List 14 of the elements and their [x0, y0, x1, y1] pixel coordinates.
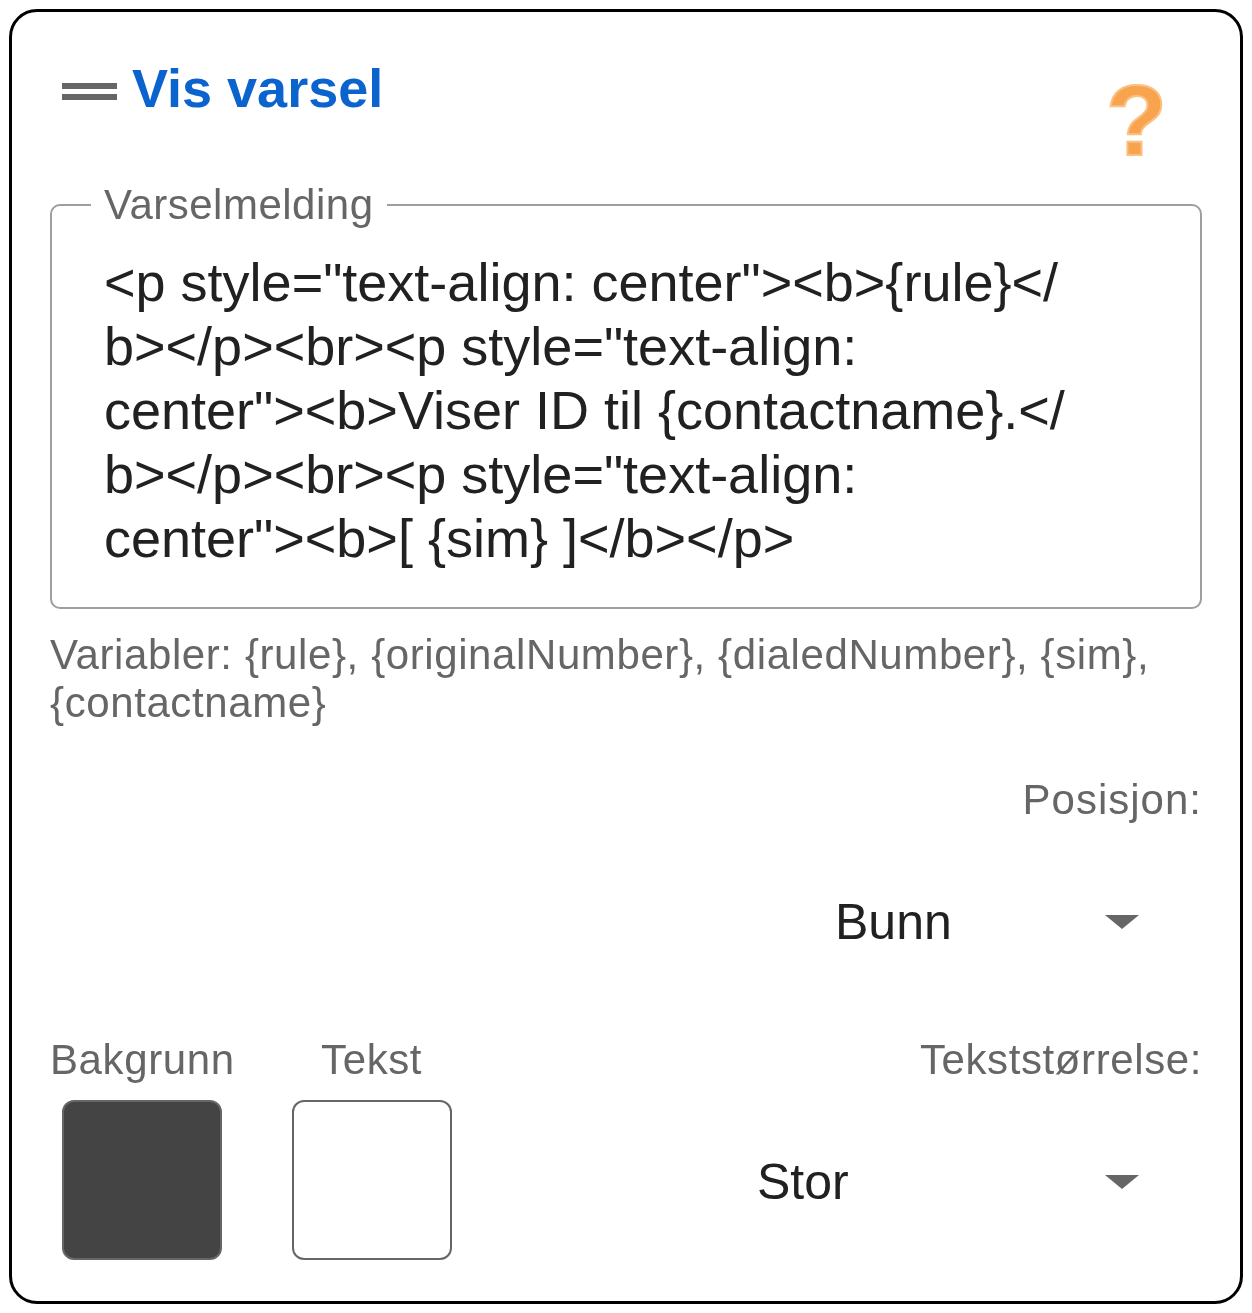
- color-label: Bakgrunn: [50, 1036, 235, 1084]
- field-label: Varselmelding: [103, 181, 375, 229]
- text-size-dropdown[interactable]: Stor: [722, 1134, 1202, 1230]
- color-swatch-button[interactable]: [62, 1100, 223, 1260]
- color-label: Tekst: [321, 1036, 423, 1084]
- color-swatch-button[interactable]: [291, 1100, 452, 1260]
- dropdown-caret-icon: [1105, 1175, 1139, 1189]
- helper-text: Variabler: {rule}, {originalNumber}, {dialedNumber}, {sim}, {contactname}: [50, 631, 1151, 727]
- text-size-label: Tekststørrelse:: [919, 1036, 1202, 1084]
- position-dropdown[interactable]: Bunn: [800, 874, 1202, 970]
- position-label: Posisjon:: [1022, 776, 1202, 824]
- drag-handle-icon[interactable]: [62, 83, 117, 100]
- dropdown-caret-icon: [1105, 915, 1139, 929]
- dialog-title: Vis varsel: [132, 57, 384, 120]
